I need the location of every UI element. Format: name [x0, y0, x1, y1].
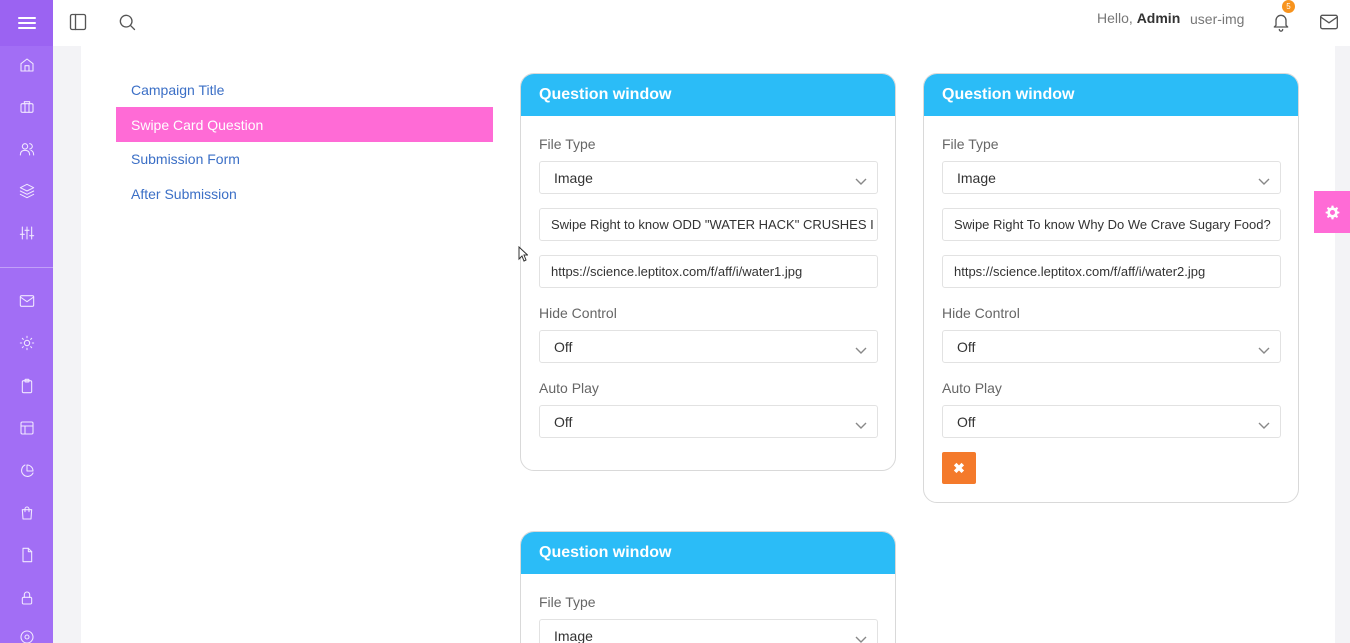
card-header: Question window [521, 532, 895, 574]
sliders-icon [19, 226, 34, 240]
notifications-button[interactable] [1268, 9, 1294, 35]
chevron-down-icon [855, 631, 867, 643]
file-type-select[interactable]: Image [539, 619, 878, 643]
question-text-input[interactable]: Swipe Right to know ODD "WATER HACK" CRU… [539, 208, 878, 241]
sidebar-item-file[interactable] [0, 540, 53, 570]
mouse-cursor-icon [518, 246, 528, 262]
auto-play-label: Auto Play [539, 380, 599, 396]
greeting: Hello, Admin [1097, 10, 1181, 26]
search-button[interactable] [114, 9, 140, 35]
sidebar-item-clipboard[interactable] [0, 371, 53, 401]
layers-icon [19, 183, 34, 199]
nav-item-campaign-title[interactable]: Campaign Title [116, 72, 493, 107]
question-card: Question window File Type Image Swipe Ri… [923, 73, 1299, 503]
chevron-down-icon [1258, 417, 1270, 429]
disc-icon [19, 630, 34, 643]
sidebar-item-shopping-bag[interactable] [0, 498, 53, 528]
image-url-input[interactable]: https://science.leptitox.com/f/aff/i/wat… [539, 255, 878, 288]
image-url-input[interactable]: https://science.leptitox.com/f/aff/i/wat… [942, 255, 1281, 288]
card-header: Question window [924, 74, 1298, 116]
file-type-select[interactable]: Image [942, 161, 1281, 194]
sidebar-item-layout[interactable] [0, 413, 53, 443]
delete-question-button[interactable]: ✖ [942, 452, 976, 484]
sidebar-item-layers[interactable] [0, 176, 53, 206]
menu-toggle-button[interactable] [0, 0, 53, 46]
sidebar-item-mail[interactable] [0, 286, 53, 316]
sidebar-item-sun[interactable] [0, 328, 53, 358]
sidebar-toggle-button[interactable] [65, 9, 91, 35]
file-type-label: File Type [539, 594, 596, 610]
gear-icon [1325, 205, 1339, 219]
shopping-bag-icon [21, 506, 32, 520]
hide-control-label: Hide Control [942, 305, 1020, 321]
pie-chart-icon [20, 464, 34, 477]
chevron-down-icon [1258, 342, 1270, 354]
layout-icon [19, 421, 34, 435]
sidebar-item-pie-chart[interactable] [0, 456, 53, 486]
avatar[interactable]: user-img [1190, 11, 1244, 27]
question-card: Question window File Type Image Swipe Ri… [520, 73, 896, 471]
auto-play-label: Auto Play [942, 380, 1002, 396]
users-icon [19, 143, 34, 156]
menu-icon [17, 17, 36, 29]
sidebar-item-users[interactable] [0, 134, 53, 164]
hide-control-label: Hide Control [539, 305, 617, 321]
bell-icon [1273, 14, 1289, 32]
user-name: Admin [1136, 10, 1181, 26]
sidebar-item-sliders[interactable] [0, 218, 53, 248]
briefcase-icon [19, 101, 34, 113]
nav-item-after-submission[interactable]: After Submission [116, 176, 493, 211]
question-text-input[interactable]: Swipe Right To know Why Do We Crave Suga… [942, 208, 1281, 241]
file-type-select[interactable]: Image [539, 161, 878, 194]
card-header: Question window [521, 74, 895, 116]
notification-badge: 5 [1282, 0, 1295, 13]
auto-play-select[interactable]: Off [942, 405, 1281, 438]
sidebar-item-disc[interactable] [0, 622, 53, 643]
sidebar-toggle-icon [69, 13, 87, 31]
lock-icon [21, 591, 32, 605]
sidebar-item-briefcase[interactable] [0, 92, 53, 122]
file-type-label: File Type [942, 136, 999, 152]
file-icon [21, 547, 32, 563]
hide-control-select[interactable]: Off [539, 330, 878, 363]
hide-control-select[interactable]: Off [942, 330, 1281, 363]
file-type-label: File Type [539, 136, 596, 152]
sidebar-divider [0, 267, 53, 268]
home-icon [19, 58, 34, 72]
chevron-down-icon [855, 173, 867, 185]
clipboard-icon [21, 378, 32, 394]
chevron-down-icon [855, 417, 867, 429]
sidebar-item-lock[interactable] [0, 583, 53, 613]
sun-icon [19, 335, 34, 351]
mail-icon [1320, 14, 1338, 30]
settings-button[interactable] [1314, 191, 1350, 233]
chevron-down-icon [855, 342, 867, 354]
sidebar [0, 0, 53, 643]
messages-button[interactable] [1316, 9, 1342, 35]
topbar: Hello, Admin user-img 5 [53, 0, 1350, 46]
question-card: Question window File Type Image [520, 531, 896, 643]
auto-play-select[interactable]: Off [539, 405, 878, 438]
nav-item-swipe-card-question[interactable]: Swipe Card Question [116, 107, 493, 142]
chevron-down-icon [1258, 173, 1270, 185]
mail-icon [19, 295, 34, 307]
sidebar-item-home[interactable] [0, 50, 53, 80]
nav-item-submission-form[interactable]: Submission Form [116, 141, 493, 176]
search-icon [119, 14, 136, 31]
